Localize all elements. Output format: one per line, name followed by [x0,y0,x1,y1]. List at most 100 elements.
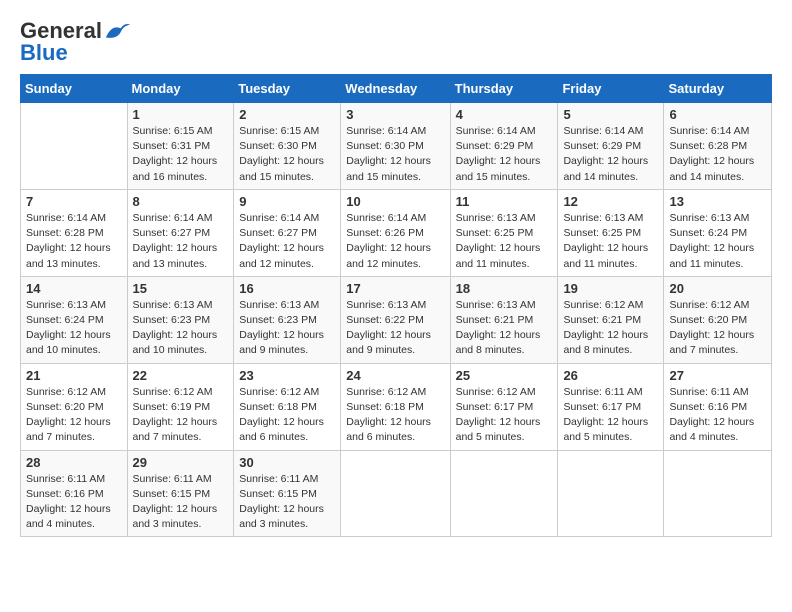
day-info: Sunrise: 6:14 AM Sunset: 6:27 PM Dayligh… [239,211,335,272]
calendar-day-cell: 3 Sunrise: 6:14 AM Sunset: 6:30 PM Daylig… [341,103,450,190]
calendar-day-cell: 9 Sunrise: 6:14 AM Sunset: 6:27 PM Daylig… [234,189,341,276]
day-info: Sunrise: 6:13 AM Sunset: 6:22 PM Dayligh… [346,298,444,359]
calendar-day-cell: 1 Sunrise: 6:15 AM Sunset: 6:31 PM Daylig… [127,103,234,190]
weekday-header-saturday: Saturday [664,75,772,103]
day-info: Sunrise: 6:11 AM Sunset: 6:15 PM Dayligh… [133,472,229,533]
calendar-day-cell: 25 Sunrise: 6:12 AM Sunset: 6:17 PM Dayli… [450,363,558,450]
calendar-day-cell: 13 Sunrise: 6:13 AM Sunset: 6:24 PM Dayli… [664,189,772,276]
day-info: Sunrise: 6:11 AM Sunset: 6:16 PM Dayligh… [26,472,122,533]
calendar-day-cell: 8 Sunrise: 6:14 AM Sunset: 6:27 PM Daylig… [127,189,234,276]
calendar-day-cell [664,450,772,537]
day-number: 26 [563,368,658,383]
calendar-day-cell: 16 Sunrise: 6:13 AM Sunset: 6:23 PM Dayli… [234,276,341,363]
calendar-day-cell: 29 Sunrise: 6:11 AM Sunset: 6:15 PM Dayli… [127,450,234,537]
day-info: Sunrise: 6:13 AM Sunset: 6:23 PM Dayligh… [133,298,229,359]
weekday-header-monday: Monday [127,75,234,103]
day-number: 18 [456,281,553,296]
calendar-day-cell: 5Sunrise: 6:14 AM Sunset: 6:29 PM Daylig… [558,103,664,190]
day-info: Sunrise: 6:14 AM Sunset: 6:26 PM Dayligh… [346,211,444,272]
calendar-day-cell [450,450,558,537]
day-info: Sunrise: 6:11 AM Sunset: 6:15 PM Dayligh… [239,472,335,533]
day-number: 4 [456,107,553,122]
calendar-day-cell: 7 Sunrise: 6:14 AM Sunset: 6:28 PM Daylig… [21,189,128,276]
day-info: Sunrise: 6:13 AM Sunset: 6:24 PM Dayligh… [669,211,766,272]
calendar-week-row: 1 Sunrise: 6:15 AM Sunset: 6:31 PM Daylig… [21,103,772,190]
day-number: 6 [669,107,766,122]
day-info: Sunrise: 6:14 AM Sunset: 6:27 PM Dayligh… [133,211,229,272]
day-number: 8 [133,194,229,209]
day-number: 13 [669,194,766,209]
calendar-day-cell: 12Sunrise: 6:13 AM Sunset: 6:25 PM Dayli… [558,189,664,276]
calendar-day-cell: 26Sunrise: 6:11 AM Sunset: 6:17 PM Dayli… [558,363,664,450]
calendar-day-cell: 21Sunrise: 6:12 AM Sunset: 6:20 PM Dayli… [21,363,128,450]
calendar-day-cell: 19 Sunrise: 6:12 AM Sunset: 6:21 PM Dayli… [558,276,664,363]
day-number: 29 [133,455,229,470]
calendar-day-cell [341,450,450,537]
logo-bird-icon [104,20,132,42]
calendar-day-cell: 27Sunrise: 6:11 AM Sunset: 6:16 PM Dayli… [664,363,772,450]
calendar-day-cell: 10 Sunrise: 6:14 AM Sunset: 6:26 PM Dayli… [341,189,450,276]
calendar-day-cell: 15 Sunrise: 6:13 AM Sunset: 6:23 PM Dayli… [127,276,234,363]
day-info: Sunrise: 6:13 AM Sunset: 6:25 PM Dayligh… [456,211,553,272]
day-number: 16 [239,281,335,296]
day-info: Sunrise: 6:13 AM Sunset: 6:24 PM Dayligh… [26,298,122,359]
day-info: Sunrise: 6:15 AM Sunset: 6:31 PM Dayligh… [133,124,229,185]
day-info: Sunrise: 6:13 AM Sunset: 6:21 PM Dayligh… [456,298,553,359]
day-info: Sunrise: 6:12 AM Sunset: 6:18 PM Dayligh… [239,385,335,446]
weekday-header-thursday: Thursday [450,75,558,103]
day-number: 3 [346,107,444,122]
day-info: Sunrise: 6:12 AM Sunset: 6:17 PM Dayligh… [456,385,553,446]
day-info: Sunrise: 6:12 AM Sunset: 6:21 PM Dayligh… [563,298,658,359]
day-number: 22 [133,368,229,383]
calendar-day-cell: 4 Sunrise: 6:14 AM Sunset: 6:29 PM Daylig… [450,103,558,190]
day-info: Sunrise: 6:14 AM Sunset: 6:28 PM Dayligh… [26,211,122,272]
day-number: 2 [239,107,335,122]
calendar-day-cell: 2Sunrise: 6:15 AM Sunset: 6:30 PM Daylig… [234,103,341,190]
day-info: Sunrise: 6:12 AM Sunset: 6:20 PM Dayligh… [669,298,766,359]
calendar-day-cell: 14 Sunrise: 6:13 AM Sunset: 6:24 PM Dayli… [21,276,128,363]
calendar-day-cell: 28 Sunrise: 6:11 AM Sunset: 6:16 PM Dayli… [21,450,128,537]
day-number: 10 [346,194,444,209]
calendar-day-cell [21,103,128,190]
day-info: Sunrise: 6:14 AM Sunset: 6:29 PM Dayligh… [563,124,658,185]
day-number: 7 [26,194,122,209]
calendar-week-row: 14 Sunrise: 6:13 AM Sunset: 6:24 PM Dayli… [21,276,772,363]
day-info: Sunrise: 6:11 AM Sunset: 6:16 PM Dayligh… [669,385,766,446]
day-number: 14 [26,281,122,296]
day-number: 28 [26,455,122,470]
day-number: 9 [239,194,335,209]
day-number: 11 [456,194,553,209]
weekday-header-friday: Friday [558,75,664,103]
day-info: Sunrise: 6:13 AM Sunset: 6:23 PM Dayligh… [239,298,335,359]
calendar-day-cell [558,450,664,537]
weekday-header-sunday: Sunday [21,75,128,103]
calendar-day-cell: 24 Sunrise: 6:12 AM Sunset: 6:18 PM Dayli… [341,363,450,450]
calendar-day-cell: 17 Sunrise: 6:13 AM Sunset: 6:22 PM Dayli… [341,276,450,363]
calendar-week-row: 21Sunrise: 6:12 AM Sunset: 6:20 PM Dayli… [21,363,772,450]
day-info: Sunrise: 6:14 AM Sunset: 6:30 PM Dayligh… [346,124,444,185]
day-info: Sunrise: 6:14 AM Sunset: 6:28 PM Dayligh… [669,124,766,185]
weekday-header-row: SundayMondayTuesdayWednesdayThursdayFrid… [21,75,772,103]
day-number: 19 [563,281,658,296]
calendar-week-row: 7 Sunrise: 6:14 AM Sunset: 6:28 PM Daylig… [21,189,772,276]
calendar-day-cell: 6 Sunrise: 6:14 AM Sunset: 6:28 PM Daylig… [664,103,772,190]
calendar-day-cell: 20 Sunrise: 6:12 AM Sunset: 6:20 PM Dayli… [664,276,772,363]
day-number: 21 [26,368,122,383]
calendar-day-cell: 18 Sunrise: 6:13 AM Sunset: 6:21 PM Dayli… [450,276,558,363]
day-number: 17 [346,281,444,296]
day-number: 15 [133,281,229,296]
calendar-day-cell: 22 Sunrise: 6:12 AM Sunset: 6:19 PM Dayli… [127,363,234,450]
calendar-week-row: 28 Sunrise: 6:11 AM Sunset: 6:16 PM Dayli… [21,450,772,537]
day-number: 24 [346,368,444,383]
calendar-day-cell: 30Sunrise: 6:11 AM Sunset: 6:15 PM Dayli… [234,450,341,537]
weekday-header-wednesday: Wednesday [341,75,450,103]
calendar-day-cell: 23Sunrise: 6:12 AM Sunset: 6:18 PM Dayli… [234,363,341,450]
day-number: 12 [563,194,658,209]
day-number: 1 [133,107,229,122]
day-info: Sunrise: 6:14 AM Sunset: 6:29 PM Dayligh… [456,124,553,185]
day-info: Sunrise: 6:12 AM Sunset: 6:18 PM Dayligh… [346,385,444,446]
calendar-table: SundayMondayTuesdayWednesdayThursdayFrid… [20,74,772,537]
day-number: 25 [456,368,553,383]
day-info: Sunrise: 6:12 AM Sunset: 6:19 PM Dayligh… [133,385,229,446]
day-number: 20 [669,281,766,296]
